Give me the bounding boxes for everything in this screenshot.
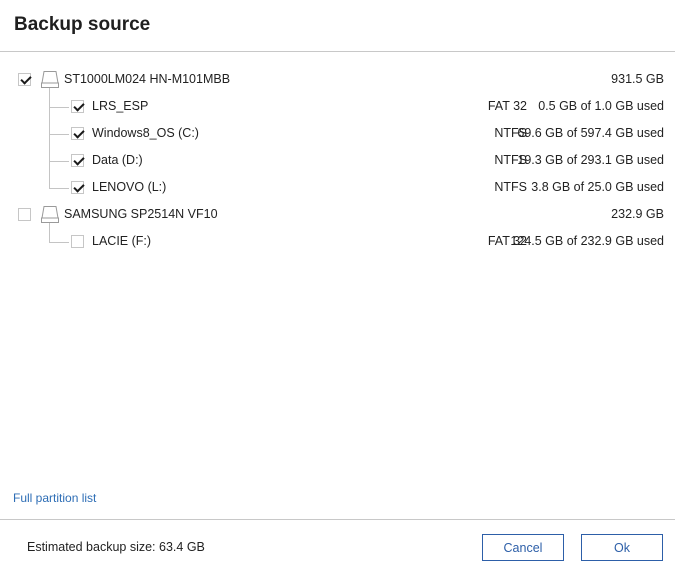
full-partition-list-link[interactable]: Full partition list xyxy=(13,491,96,505)
disk-row[interactable]: ST1000LM024 HN-M101MBB 931.5 GB xyxy=(0,66,675,93)
tree-connector xyxy=(49,107,69,108)
dialog-title: Backup source xyxy=(14,14,151,35)
disk-name: SAMSUNG SP2514N VF10 xyxy=(64,207,218,221)
partition-row[interactable]: Data (D:) NTFS 19.3 GB of 293.1 GB used xyxy=(0,147,675,174)
cancel-button[interactable]: Cancel xyxy=(482,534,564,561)
disk-name: ST1000LM024 HN-M101MBB xyxy=(64,72,231,86)
partition-usage: 124.5 GB of 232.9 GB used xyxy=(510,234,664,248)
partition-checkbox[interactable] xyxy=(71,181,84,194)
disk-checkbox[interactable] xyxy=(18,208,31,221)
partition-name: LRS_ESP xyxy=(92,99,149,113)
partition-checkbox[interactable] xyxy=(71,154,84,167)
tree-connector xyxy=(49,134,69,135)
tree-connector xyxy=(49,242,69,243)
tree-connector xyxy=(49,223,50,242)
partition-usage: 3.8 GB of 25.0 GB used xyxy=(531,180,664,194)
partition-row[interactable]: LRS_ESP FAT 32 0.5 GB of 1.0 GB used xyxy=(0,93,675,120)
estimated-backup-size: Estimated backup size: 63.4 GB xyxy=(27,540,205,554)
disk-row[interactable]: SAMSUNG SP2514N VF10 232.9 GB xyxy=(0,201,675,228)
partition-row[interactable]: LACIE (F:) FAT 32 124.5 GB of 232.9 GB u… xyxy=(0,228,675,255)
partition-checkbox[interactable] xyxy=(71,235,84,248)
estimate-value: 63.4 GB xyxy=(159,540,205,554)
tree-connector xyxy=(49,161,69,162)
partition-checkbox[interactable] xyxy=(71,100,84,113)
partition-filesystem: NTFS xyxy=(494,180,527,194)
partition-name: LACIE (F:) xyxy=(92,234,152,248)
estimate-label: Estimated backup size: xyxy=(27,540,156,554)
disk-checkbox[interactable] xyxy=(18,73,31,86)
disk-size: 232.9 GB xyxy=(611,207,664,221)
partition-checkbox[interactable] xyxy=(71,127,84,140)
tree-connector xyxy=(49,188,69,189)
disk-tree: ST1000LM024 HN-M101MBB 931.5 GB LRS_ESP … xyxy=(0,66,675,255)
title-divider xyxy=(0,51,675,52)
partition-name: Data (D:) xyxy=(92,153,143,167)
partition-name: LENOVO (L:) xyxy=(92,180,167,194)
tree-connector xyxy=(49,88,50,188)
partition-usage: 19.3 GB of 293.1 GB used xyxy=(517,153,664,167)
partition-name: Windows8_OS (C:) xyxy=(92,126,199,140)
partition-filesystem: FAT 32 xyxy=(487,99,527,113)
footer-divider xyxy=(0,519,675,520)
partition-row[interactable]: Windows8_OS (C:) NTFS 69.6 GB of 597.4 G… xyxy=(0,120,675,147)
disk-size: 931.5 GB xyxy=(611,72,664,86)
ok-button[interactable]: Ok xyxy=(581,534,663,561)
partition-usage: 69.6 GB of 597.4 GB used xyxy=(517,126,664,140)
partition-usage: 0.5 GB of 1.0 GB used xyxy=(538,99,664,113)
hard-drive-icon xyxy=(41,71,59,88)
hard-drive-icon xyxy=(41,206,59,223)
partition-row[interactable]: LENOVO (L:) NTFS 3.8 GB of 25.0 GB used xyxy=(0,174,675,201)
